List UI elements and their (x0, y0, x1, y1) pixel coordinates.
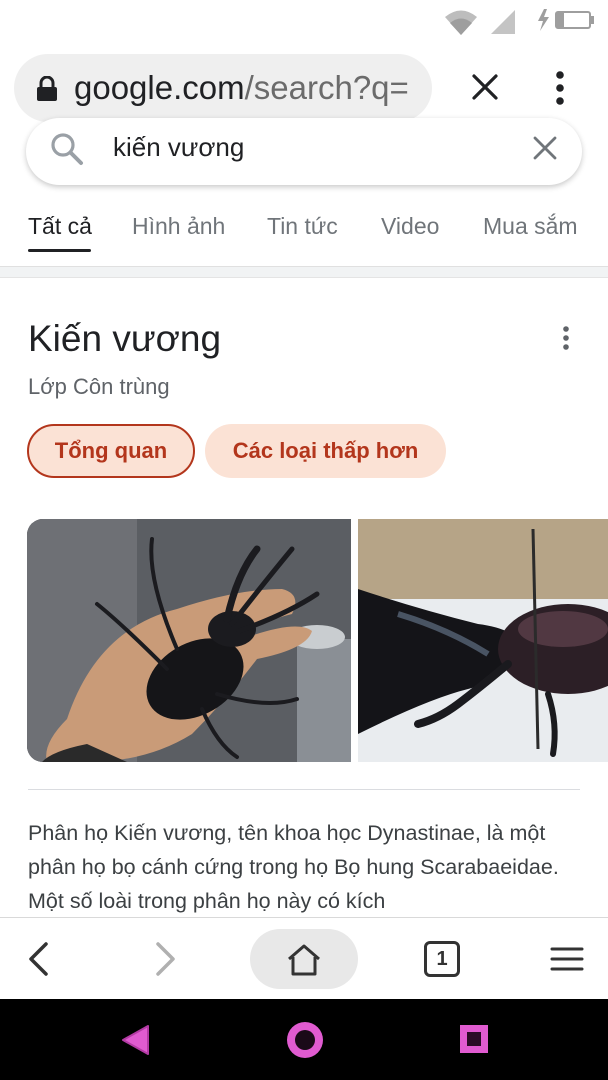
lock-icon (37, 76, 57, 101)
recent-apps-square-icon[interactable] (459, 1024, 489, 1054)
search-area: kiến vương (0, 118, 608, 192)
more-vert-icon[interactable] (560, 325, 572, 351)
back-triangle-icon[interactable] (118, 1023, 152, 1057)
url-text: google.com/search?q= (74, 68, 422, 108)
search-icon (51, 133, 83, 165)
section-divider (0, 266, 608, 278)
tab-switcher-button[interactable]: 1 (424, 941, 460, 977)
tab-shopping[interactable]: Mua sắm (483, 213, 578, 240)
battery-charging-icon (538, 9, 594, 31)
clear-search-icon[interactable] (532, 135, 558, 161)
beetle-closeup-image[interactable] (358, 519, 608, 762)
wifi-icon (445, 10, 477, 35)
system-navigation-bar (0, 999, 608, 1080)
more-vert-icon[interactable] (552, 70, 568, 106)
divider (28, 789, 580, 790)
home-circle-icon[interactable] (285, 1020, 325, 1060)
search-box[interactable]: kiến vương (26, 118, 582, 185)
active-tab-indicator (28, 249, 91, 252)
chip-lower-taxa[interactable]: Các loại thấp hơn (205, 424, 446, 478)
address-field[interactable]: google.com/search?q= (14, 54, 432, 122)
url-domain: google.com (74, 69, 245, 106)
url-path: /search?q= (244, 69, 409, 106)
tab-images[interactable]: Hình ảnh (132, 213, 225, 240)
signal-icon (491, 10, 515, 34)
tab-video[interactable]: Video (381, 213, 439, 240)
knowledge-panel-title: Kiến vương (28, 318, 222, 359)
chip-overview[interactable]: Tổng quan (27, 424, 195, 478)
status-bar (0, 0, 608, 44)
home-icon (288, 944, 320, 976)
knowledge-panel-description: Phân họ Kiến vương, tên khoa học Dynasti… (28, 821, 559, 913)
browser-bottom-toolbar: 1 (0, 917, 608, 999)
back-arrow-icon[interactable] (26, 942, 52, 976)
tab-news[interactable]: Tin tức (267, 213, 338, 240)
beetle-on-hand-image[interactable] (27, 519, 351, 762)
knowledge-panel-subtitle: Lớp Côn trùng (28, 374, 170, 399)
hamburger-menu-icon[interactable] (550, 946, 584, 972)
search-input[interactable]: kiến vương (113, 132, 244, 162)
search-tabs: Tất cả Hình ảnh Tin tức Video Mua sắm (0, 205, 608, 257)
image-carousel (27, 519, 608, 762)
close-icon[interactable] (470, 72, 500, 102)
home-button[interactable] (250, 929, 358, 989)
forward-arrow-icon[interactable] (152, 942, 178, 976)
tab-all[interactable]: Tất cả (28, 213, 92, 240)
